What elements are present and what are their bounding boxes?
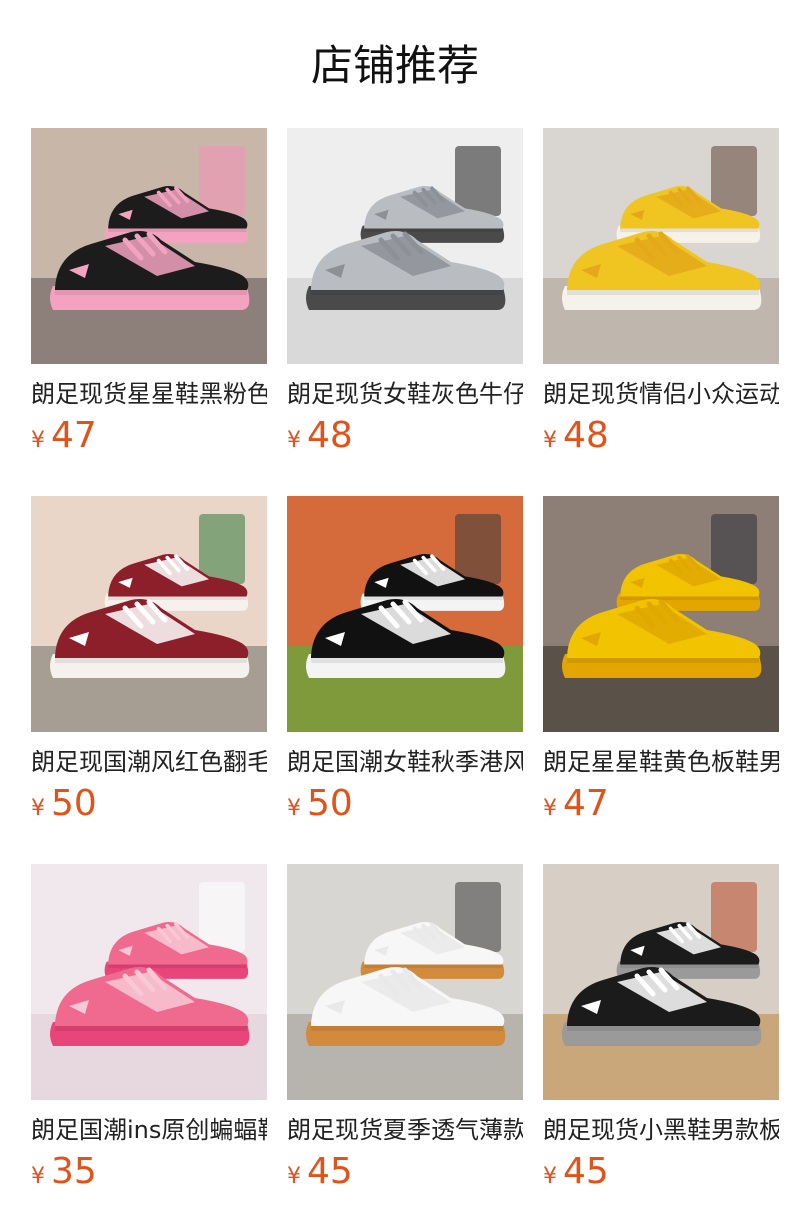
product-name[interactable]: 朗足国潮女鞋秋季港风板鞋 [287, 746, 523, 778]
price-value: 47 [563, 783, 609, 824]
product-image[interactable] [543, 864, 779, 1100]
price-value: 45 [563, 1151, 609, 1192]
product-image[interactable] [31, 864, 267, 1100]
sneaker-photo [287, 128, 523, 364]
currency-symbol: ¥ [31, 428, 45, 453]
product-name[interactable]: 朗足现货情侣小众运动鞋 [543, 378, 779, 410]
sneaker-photo [543, 496, 779, 732]
product-name[interactable]: 朗足现货女鞋灰色牛仔面包鞋 [287, 378, 523, 410]
product-price: ¥50 [31, 784, 97, 824]
currency-symbol: ¥ [31, 796, 45, 821]
currency-symbol: ¥ [543, 796, 557, 821]
sneaker-photo [287, 864, 523, 1100]
product-name[interactable]: 朗足现货星星鞋黑粉色板鞋 [31, 378, 267, 410]
product-card[interactable]: 朗足现货情侣小众运动鞋 ¥48 [543, 128, 779, 468]
sneaker-photo [31, 496, 267, 732]
product-price: ¥45 [287, 1152, 353, 1192]
product-price: ¥47 [543, 784, 609, 824]
price-value: 48 [563, 415, 609, 456]
price-value: 50 [307, 783, 353, 824]
sneaker-photo [31, 128, 267, 364]
product-card[interactable]: 朗足国潮ins原创蝙蝠鞋 ¥35 [31, 864, 267, 1204]
product-image[interactable] [543, 128, 779, 364]
page-title: 店铺推荐 [310, 41, 479, 90]
product-card[interactable]: 朗足星星鞋黄色板鞋男女 ¥47 [543, 496, 779, 836]
sneaker-photo [543, 128, 779, 364]
product-price: ¥50 [287, 784, 353, 824]
price-value: 35 [51, 1151, 97, 1192]
product-image[interactable] [287, 496, 523, 732]
product-price: ¥48 [287, 416, 353, 456]
currency-symbol: ¥ [543, 1164, 557, 1189]
product-image[interactable] [31, 128, 267, 364]
currency-symbol: ¥ [287, 428, 301, 453]
product-card[interactable]: 朗足现货星星鞋黑粉色板鞋 ¥47 [31, 128, 267, 468]
product-price: ¥45 [543, 1152, 609, 1192]
product-name[interactable]: 朗足星星鞋黄色板鞋男女 [543, 746, 779, 778]
price-value: 47 [51, 415, 97, 456]
currency-symbol: ¥ [543, 428, 557, 453]
product-card[interactable]: 朗足现货小黑鞋男款板鞋 ¥45 [543, 864, 779, 1204]
currency-symbol: ¥ [31, 1164, 45, 1189]
product-name[interactable]: 朗足国潮ins原创蝙蝠鞋 [31, 1114, 267, 1146]
product-name[interactable]: 朗足现货小黑鞋男款板鞋 [543, 1114, 779, 1146]
product-name[interactable]: 朗足现国潮风红色翻毛皮板鞋 [31, 746, 267, 778]
product-price: ¥35 [31, 1152, 97, 1192]
sneaker-photo [543, 864, 779, 1100]
product-image[interactable] [287, 128, 523, 364]
price-value: 45 [307, 1151, 353, 1192]
product-card[interactable]: 朗足国潮女鞋秋季港风板鞋 ¥50 [287, 496, 523, 836]
product-image[interactable] [543, 496, 779, 732]
product-card[interactable]: 朗足现货夏季透气薄款白鞋 ¥45 [287, 864, 523, 1204]
product-price: ¥47 [31, 416, 97, 456]
price-value: 50 [51, 783, 97, 824]
currency-symbol: ¥ [287, 796, 301, 821]
sneaker-photo [287, 496, 523, 732]
price-value: 48 [307, 415, 353, 456]
sneaker-photo [31, 864, 267, 1100]
product-card[interactable]: 朗足现国潮风红色翻毛皮板鞋 ¥50 [31, 496, 267, 836]
product-image[interactable] [287, 864, 523, 1100]
product-price: ¥48 [543, 416, 609, 456]
product-card[interactable]: 朗足现货女鞋灰色牛仔面包鞋 ¥48 [287, 128, 523, 468]
currency-symbol: ¥ [287, 1164, 301, 1189]
product-name[interactable]: 朗足现货夏季透气薄款白鞋 [287, 1114, 523, 1146]
product-image[interactable] [31, 496, 267, 732]
